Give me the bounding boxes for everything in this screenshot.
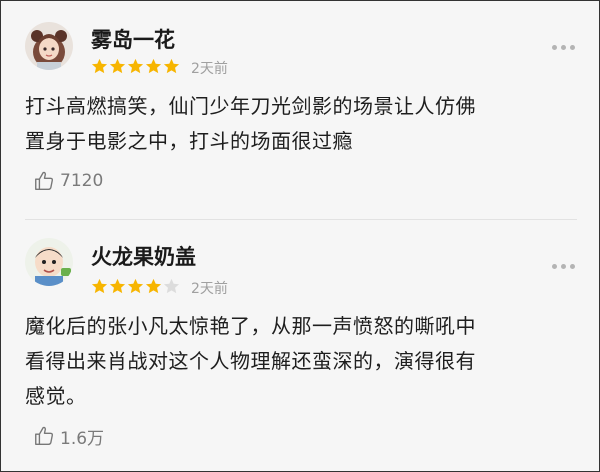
more-options-button[interactable] [552,262,578,270]
comment-text-line: 看得出来肖战对这个人物理解还蛮深的，演得很有 [25,349,476,373]
dot-icon [561,263,566,269]
comment-time: 2天前 [191,281,228,297]
username[interactable]: 雾岛一花 [91,24,175,54]
dot-icon [552,263,557,269]
dot-icon [570,44,575,50]
dot-icon [561,44,566,50]
comment-text-line: 置身于电影之中，打斗的场面很过瘾 [25,129,353,153]
star-rating [91,58,180,74]
star-filled-icon [127,278,144,294]
dot-icon [570,263,575,269]
thumbs-up-icon [35,426,54,445]
comment-text: 魔化后的张小凡太惊艳了，从那一声愤怒的嘶吼中 看得出来肖战对这个人物理解还蛮深的… [25,309,581,414]
like-button[interactable]: 7120 [33,169,103,193]
star-filled-icon [109,278,126,294]
comment-time: 2天前 [191,61,228,77]
star-filled-icon [145,278,162,294]
dot-icon [552,44,557,50]
comment-text: 打斗高燃搞笑，仙门少年刀光剑影的场景让人仿佛 置身于电影之中，打斗的场面很过瘾 [25,89,581,159]
star-filled-icon [163,58,180,74]
star-filled-icon [91,278,108,294]
star-rating [91,278,180,294]
user-avatar[interactable] [25,238,73,286]
like-count: 7120 [60,171,104,191]
star-filled-icon [145,58,162,74]
thumbs-up-icon [35,171,54,190]
star-filled-icon [109,58,126,74]
star-filled-icon [127,58,144,74]
user-avatar[interactable] [25,22,73,70]
anime-girl-avatar-icon [25,22,73,70]
more-options-button[interactable] [552,43,578,51]
child-avatar-icon [25,238,73,286]
comment-text-line: 魔化后的张小凡太惊艳了，从那一声愤怒的嘶吼中 [25,314,476,338]
comment-item: 雾岛一花 2天前 打斗高燃搞笑，仙门少年刀光剑影的场景让人仿佛 置身于电影之中，… [1,1,599,219]
comment-list: 雾岛一花 2天前 打斗高燃搞笑，仙门少年刀光剑影的场景让人仿佛 置身于电影之中，… [0,0,600,472]
like-count: 1.6万 [60,428,105,449]
star-empty-icon [163,278,180,294]
star-filled-icon [91,58,108,74]
username[interactable]: 火龙果奶盖 [91,241,196,271]
comment-text-line: 打斗高燃搞笑，仙门少年刀光剑影的场景让人仿佛 [25,94,476,118]
comment-item: 火龙果奶盖 2天前 魔化后的张小凡太惊艳了，从那一声愤怒的嘶吼中 看得出来肖战对… [1,219,599,471]
comment-text-line: 感觉。 [25,384,87,408]
like-button[interactable]: 1.6万 [33,424,105,449]
